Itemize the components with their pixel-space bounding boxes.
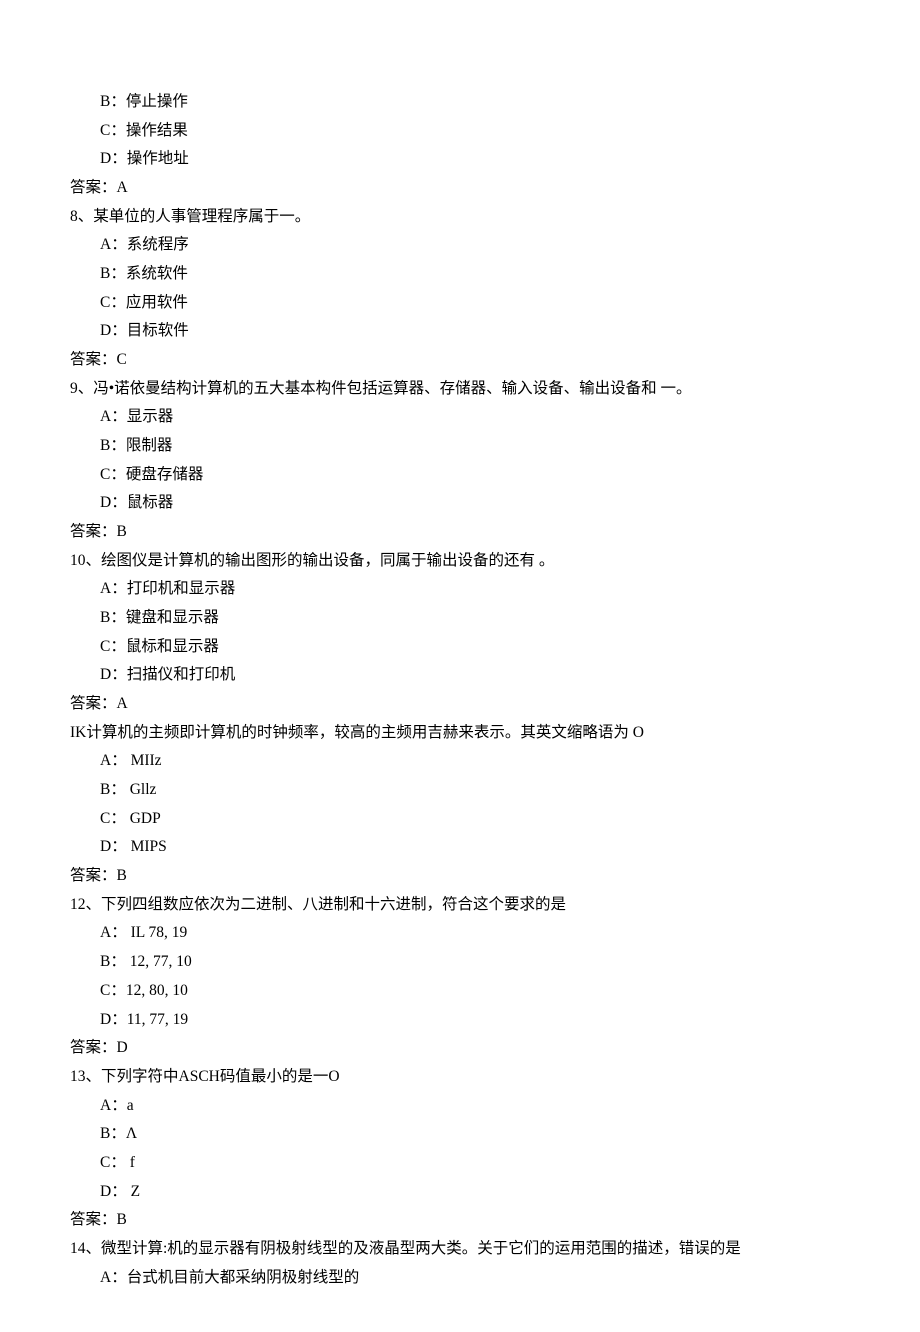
option-line: C：应用软件 <box>70 289 850 318</box>
option-line: D：鼠标器 <box>70 489 850 518</box>
option-line: C： f <box>70 1149 850 1178</box>
option-line: D：操作地址 <box>70 145 850 174</box>
question-line: 9、冯•诺依曼结构计算机的五大基本构件包括运算器、存储器、输入设备、输出设备和 … <box>70 375 850 404</box>
answer-line: 答案：B <box>70 518 850 547</box>
document-page: B：停止操作C：操作结果D：操作地址答案：A8、某单位的人事管理程序属于一。A：… <box>0 0 920 1332</box>
option-line: D：11, 77, 19 <box>70 1006 850 1035</box>
answer-line: 答案：A <box>70 690 850 719</box>
option-line: C：硬盘存储器 <box>70 461 850 490</box>
option-line: C：操作结果 <box>70 117 850 146</box>
question-line: 12、下列四组数应依次为二进制、八进制和十六进制，符合这个要求的是 <box>70 891 850 920</box>
option-line: D： Z <box>70 1178 850 1207</box>
option-line: B：限制器 <box>70 432 850 461</box>
option-line: C：12, 80, 10 <box>70 977 850 1006</box>
question-line: 10、绘图仪是计算机的输出图形的输出设备，同属于输出设备的还有 。 <box>70 547 850 576</box>
option-line: A：显示器 <box>70 403 850 432</box>
option-line: A： MIIz <box>70 747 850 776</box>
answer-line: 答案：D <box>70 1034 850 1063</box>
option-line: B：停止操作 <box>70 88 850 117</box>
option-line: A：台式机目前大都采纳阴极射线型的 <box>70 1264 850 1293</box>
answer-line: 答案：A <box>70 174 850 203</box>
option-line: B： Gllz <box>70 776 850 805</box>
option-line: D： MIPS <box>70 833 850 862</box>
answer-line: 答案：C <box>70 346 850 375</box>
option-line: C： GDP <box>70 805 850 834</box>
option-line: B：Λ <box>70 1120 850 1149</box>
option-line: B：系统软件 <box>70 260 850 289</box>
question-line: 14、微型计算:机的显示器有阴极射线型的及液晶型两大类。关于它们的运用范围的描述… <box>70 1235 850 1264</box>
option-line: A：打印机和显示器 <box>70 575 850 604</box>
question-line: 13、下列字符中ASCH码值最小的是一O <box>70 1063 850 1092</box>
option-line: C：鼠标和显示器 <box>70 633 850 662</box>
answer-line: 答案：B <box>70 1206 850 1235</box>
answer-line: 答案：B <box>70 862 850 891</box>
option-line: B： 12, 77, 10 <box>70 948 850 977</box>
question-line: 8、某单位的人事管理程序属于一。 <box>70 203 850 232</box>
option-line: A： IL 78, 19 <box>70 919 850 948</box>
option-line: A：系统程序 <box>70 231 850 260</box>
option-line: D：目标软件 <box>70 317 850 346</box>
option-line: A：a <box>70 1092 850 1121</box>
option-line: B：键盘和显示器 <box>70 604 850 633</box>
option-line: D：扫描仪和打印机 <box>70 661 850 690</box>
question-line: IK计算机的主频即计算机的时钟频率，较高的主频用吉赫来表示。其英文缩略语为 O <box>70 719 850 748</box>
